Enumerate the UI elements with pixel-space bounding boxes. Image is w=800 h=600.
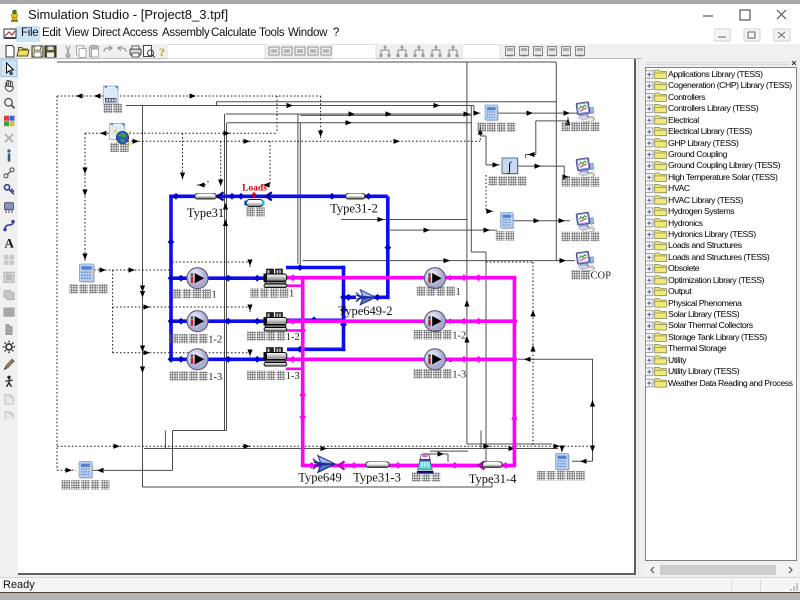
svg-text:Type31: Type31: [187, 206, 224, 220]
svg-text:COP: COP: [591, 271, 612, 282]
svg-text:1-2: 1-2: [208, 335, 222, 346]
svg-text:Type31-2: Type31-2: [330, 202, 378, 216]
svg-text:Type649: Type649: [298, 471, 342, 485]
svg-text:1: 1: [456, 287, 461, 298]
svg-text:A: A: [5, 236, 15, 251]
svg-text:1-3: 1-3: [452, 370, 466, 381]
svg-text:1-3: 1-3: [286, 371, 300, 382]
svg-text:Loads: Loads: [242, 184, 267, 194]
svg-text:Type31-3: Type31-3: [353, 471, 401, 485]
svg-text:1: 1: [212, 290, 217, 301]
svg-text:?: ?: [159, 45, 165, 59]
svg-text:Type649-2: Type649-2: [339, 304, 393, 318]
svg-text:1: 1: [289, 289, 294, 300]
svg-text:Type31-4: Type31-4: [469, 472, 517, 486]
svg-text:1-2: 1-2: [452, 331, 466, 342]
svg-text:1-3: 1-3: [208, 372, 222, 383]
svg-text:∫: ∫: [507, 160, 512, 175]
svg-text:1-2: 1-2: [286, 332, 300, 343]
